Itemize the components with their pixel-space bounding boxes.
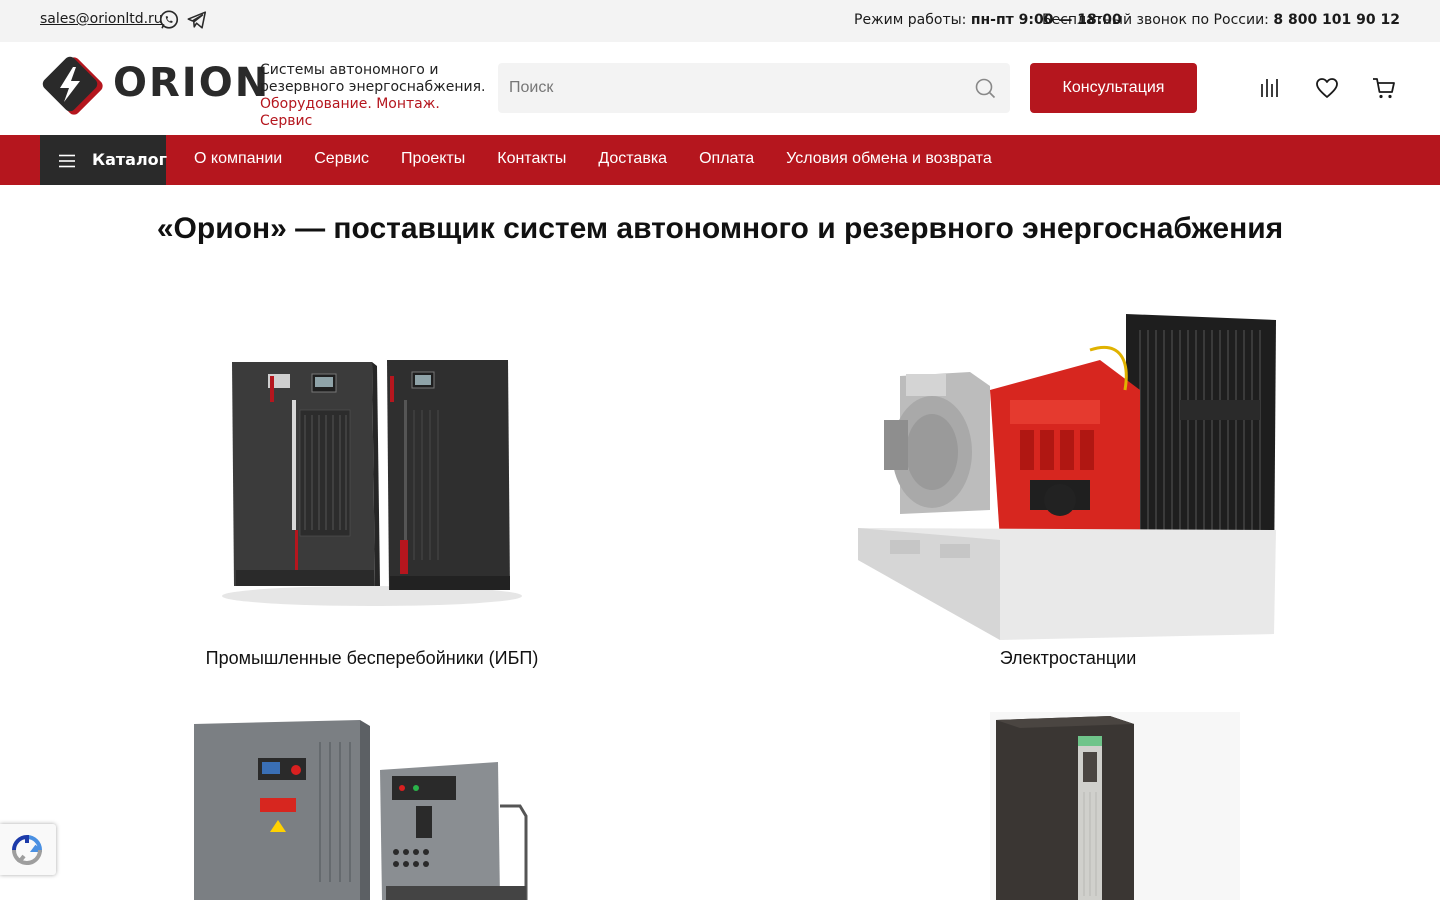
nav-link-about[interactable]: О компании <box>194 150 282 170</box>
page-title: «Орион» — поставщик систем автономного и… <box>156 212 1284 245</box>
email-link[interactable]: sales@orionltd.ru <box>40 11 163 27</box>
recaptcha-badge[interactable] <box>0 824 56 875</box>
main-navigation: Каталог О компании Сервис Проекты Контак… <box>0 135 1440 185</box>
nav-link-payment[interactable]: Оплата <box>699 150 754 170</box>
whatsapp-icon[interactable] <box>158 9 180 31</box>
catalog-button[interactable]: Каталог <box>40 135 168 185</box>
search-box <box>498 63 1010 113</box>
top-bar: sales@orionltd.ru Режим работы: пн-пт 9:… <box>0 0 1440 42</box>
site-header: ORION Системы автономного и резервного э… <box>0 42 1440 135</box>
cart-icon[interactable] <box>1371 75 1397 101</box>
tagline-line-1: Системы автономного и <box>260 62 439 78</box>
nav-link-contacts[interactable]: Контакты <box>497 150 566 170</box>
heart-icon[interactable] <box>1314 75 1340 101</box>
diesel-generator-image <box>858 314 1276 640</box>
compare-icon[interactable] <box>1257 75 1283 101</box>
search-input[interactable] <box>498 63 958 113</box>
menu-icon <box>59 153 75 168</box>
ups-cabinets-image <box>222 360 522 606</box>
orion-logo-icon[interactable] <box>40 56 104 120</box>
free-call: Бесплатный звонок по России: 8 800 101 9… <box>1042 12 1400 28</box>
nav-link-delivery[interactable]: Доставка <box>598 150 667 170</box>
category-card-ups[interactable]: Промышленные бесперебойники (ИБП) <box>172 300 572 680</box>
nav-link-projects[interactable]: Проекты <box>401 150 465 170</box>
nav-link-returns[interactable]: Условия обмена и возврата <box>786 150 992 170</box>
tagline: Системы автономного и резервного энергос… <box>260 62 490 130</box>
category-card-stabilizers[interactable] <box>960 712 1240 900</box>
category-label-generators[interactable]: Электростанции <box>850 648 1286 669</box>
search-icon[interactable] <box>974 77 996 99</box>
tagline-accent: Оборудование. Монтаж. Сервис <box>260 96 440 129</box>
phone-number[interactable]: 8 800 101 90 12 <box>1273 12 1400 28</box>
recaptcha-icon <box>11 834 43 866</box>
hours-label: Режим работы: <box>854 12 967 28</box>
tagline-line-2: резервного энергоснабжения. <box>260 79 486 95</box>
category-card-compressors[interactable] <box>170 712 574 900</box>
nav-link-service[interactable]: Сервис <box>314 150 369 170</box>
category-label-ups[interactable]: Промышленные бесперебойники (ИБП) <box>172 648 572 669</box>
logo-text[interactable]: ORION <box>113 60 270 106</box>
nav-links: О компании Сервис Проекты Контакты Доста… <box>194 150 1024 170</box>
voltage-stabilizer-image <box>990 712 1240 900</box>
category-card-generators[interactable]: Электростанции <box>850 300 1286 680</box>
air-compressor-image <box>194 720 528 900</box>
consultation-button[interactable]: Консультация <box>1030 63 1197 113</box>
telegram-icon[interactable] <box>186 9 208 31</box>
catalog-label: Каталог <box>92 150 168 169</box>
call-label: Бесплатный звонок по России: <box>1042 12 1269 28</box>
